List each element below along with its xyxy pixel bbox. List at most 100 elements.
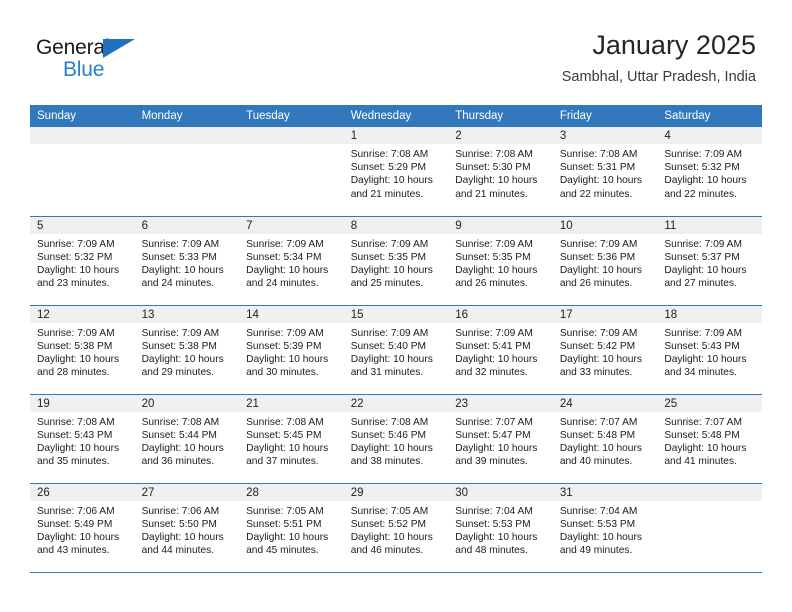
sunrise-text: Sunrise: 7:08 AM	[350, 149, 429, 160]
calendar-day-cell[interactable]: 31 Sunrise: 7:04 AM Sunset: 5:53 PM Dayligh…	[552, 483, 658, 573]
calendar-week-row: 12 Sunrise: 7:09 AM Sunset: 5:38 PM Dayligh…	[30, 305, 762, 395]
sunrise-text: Sunrise: 7:09 AM	[559, 327, 638, 339]
day-number: 29	[343, 483, 449, 501]
calendar-day-cell[interactable]: 20 Sunrise: 7:08 AM Sunset: 5:44 PM Dayligh…	[134, 394, 240, 484]
calendar-day-cell[interactable]: 12 Sunrise: 7:09 AM Sunset: 5:38 PM Dayligh…	[30, 305, 135, 395]
day-number: 13	[134, 305, 240, 323]
calendar-day-cell[interactable]: 2 Sunrise: 7:08 AM Sunset: 5:30 PM Daylight…	[448, 127, 553, 217]
daylight-text-line1: Daylight: 10 hours	[455, 264, 538, 276]
day-cell-content: 7 Sunrise: 7:09 AM Sunset: 5:34 PM Daylight…	[239, 216, 344, 305]
daylight-text-line1: Daylight: 10 hours	[455, 531, 538, 543]
day-number: 5	[30, 216, 135, 234]
sunrise-text: Sunrise: 7:09 AM	[141, 327, 220, 339]
sunrise-text: Sunrise: 7:08 AM	[141, 416, 220, 428]
day-number: 14	[239, 305, 344, 323]
calendar-day-cell[interactable]: 8 Sunrise: 7:09 AM Sunset: 5:35 PM Daylight…	[343, 216, 449, 306]
day-details: Sunrise: 7:09 AM Sunset: 5:40 PM Daylight:…	[344, 323, 449, 380]
calendar-day-cell[interactable]: 6 Sunrise: 7:09 AM Sunset: 5:33 PM Daylight…	[134, 216, 240, 306]
day-cell-content: 20 Sunrise: 7:08 AM Sunset: 5:44 PM Dayligh…	[134, 394, 240, 483]
calendar-day-cell[interactable]: 11 Sunrise: 7:09 AM Sunset: 5:37 PM Dayligh…	[657, 216, 762, 306]
sunset-text: Sunset: 5:33 PM	[141, 251, 217, 263]
calendar-day-cell[interactable]: 30 Sunrise: 7:04 AM Sunset: 5:53 PM Dayligh…	[448, 483, 553, 573]
day-number: 24	[552, 394, 658, 412]
general-blue-logo[interactable]: General Blue	[36, 36, 166, 88]
daylight-text-line2: and 45 minutes.	[246, 545, 319, 557]
day-number: 2	[448, 127, 553, 144]
day-cell-content	[657, 483, 762, 572]
calendar-day-cell[interactable]: 13 Sunrise: 7:09 AM Sunset: 5:38 PM Dayligh…	[134, 305, 240, 395]
calendar-day-cell[interactable]: 17 Sunrise: 7:09 AM Sunset: 5:42 PM Dayligh…	[552, 305, 658, 395]
calendar-day-cell[interactable]: 28 Sunrise: 7:05 AM Sunset: 5:51 PM Dayligh…	[239, 483, 344, 573]
day-cell-content: 2 Sunrise: 7:08 AM Sunset: 5:30 PM Daylight…	[448, 127, 553, 216]
daylight-text-line2: and 36 minutes.	[141, 456, 215, 468]
calendar-day-cell[interactable]: 16 Sunrise: 7:09 AM Sunset: 5:41 PM Dayligh…	[448, 305, 553, 395]
weekday-header-saturday: Saturday	[657, 105, 762, 127]
calendar-day-cell[interactable]: 5 Sunrise: 7:09 AM Sunset: 5:32 PM Daylight…	[30, 216, 135, 306]
calendar-day-cell[interactable]: 14 Sunrise: 7:09 AM Sunset: 5:39 PM Dayligh…	[239, 305, 344, 395]
calendar-day-cell[interactable]: 27 Sunrise: 7:06 AM Sunset: 5:50 PM Dayligh…	[134, 483, 240, 573]
day-number: 20	[134, 394, 240, 412]
calendar-day-cell[interactable]: 4 Sunrise: 7:09 AM Sunset: 5:32 PM Daylight…	[657, 127, 762, 217]
calendar-day-cell[interactable]: 15 Sunrise: 7:09 AM Sunset: 5:40 PM Dayligh…	[343, 305, 449, 395]
day-details: Sunrise: 7:09 AM Sunset: 5:42 PM Daylight:…	[553, 323, 658, 380]
day-number: 7	[239, 216, 344, 234]
day-cell-content: 14 Sunrise: 7:09 AM Sunset: 5:39 PM Dayligh…	[239, 305, 344, 394]
sunrise-text: Sunrise: 7:06 AM	[37, 505, 115, 517]
page-title: January 2025	[592, 30, 756, 60]
day-cell-content: 12 Sunrise: 7:09 AM Sunset: 5:38 PM Dayligh…	[30, 305, 135, 394]
sunset-text: Sunset: 5:31 PM	[559, 162, 636, 174]
sunset-text: Sunset: 5:46 PM	[350, 429, 427, 441]
calendar-day-cell[interactable]: 9 Sunrise: 7:09 AM Sunset: 5:35 PM Daylight…	[448, 216, 553, 306]
sunset-text: Sunset: 5:39 PM	[246, 340, 322, 352]
day-details: Sunrise: 7:08 AM Sunset: 5:44 PM Daylight:…	[135, 412, 240, 469]
day-cell-content: 6 Sunrise: 7:09 AM Sunset: 5:33 PM Daylight…	[134, 216, 240, 305]
calendar-day-cell[interactable]: 10 Sunrise: 7:09 AM Sunset: 5:36 PM Dayligh…	[552, 216, 658, 306]
calendar-page: General Blue January 2025 Sambhal, Uttar…	[0, 0, 792, 612]
calendar-day-cell[interactable]: 26 Sunrise: 7:06 AM Sunset: 5:49 PM Dayligh…	[30, 483, 135, 573]
sunset-text: Sunset: 5:37 PM	[664, 251, 740, 263]
day-cell-content: 16 Sunrise: 7:09 AM Sunset: 5:41 PM Dayligh…	[448, 305, 553, 394]
sunrise-text: Sunrise: 7:09 AM	[350, 327, 429, 339]
calendar-day-cell[interactable]: 7 Sunrise: 7:09 AM Sunset: 5:34 PM Daylight…	[239, 216, 344, 306]
sunrise-text: Sunrise: 7:08 AM	[246, 416, 324, 428]
calendar-day-cell[interactable]: 25 Sunrise: 7:07 AM Sunset: 5:48 PM Dayligh…	[657, 394, 762, 484]
day-cell-content: 3 Sunrise: 7:08 AM Sunset: 5:31 PM Daylight…	[552, 127, 658, 216]
day-details: Sunrise: 7:09 AM Sunset: 5:43 PM Daylight:…	[657, 323, 762, 380]
calendar-day-cell[interactable]: 3 Sunrise: 7:08 AM Sunset: 5:31 PM Daylight…	[552, 127, 658, 217]
sunrise-text: Sunrise: 7:09 AM	[664, 238, 742, 250]
calendar-day-cell[interactable]: 18 Sunrise: 7:09 AM Sunset: 5:43 PM Dayligh…	[657, 305, 762, 395]
daylight-text-line1: Daylight: 10 hours	[246, 264, 329, 276]
day-details: Sunrise: 7:06 AM Sunset: 5:49 PM Daylight:…	[30, 501, 135, 558]
daylight-text-line1: Daylight: 10 hours	[141, 531, 224, 543]
day-number: 10	[552, 216, 658, 234]
day-cell-content: 24 Sunrise: 7:07 AM Sunset: 5:48 PM Dayligh…	[552, 394, 658, 483]
day-cell-content: 9 Sunrise: 7:09 AM Sunset: 5:35 PM Daylight…	[448, 216, 553, 305]
weekday-header-monday: Monday	[134, 105, 240, 127]
calendar-day-cell[interactable]: 19 Sunrise: 7:08 AM Sunset: 5:43 PM Dayligh…	[30, 394, 135, 484]
calendar-day-cell[interactable]: 21 Sunrise: 7:08 AM Sunset: 5:45 PM Dayligh…	[239, 394, 344, 484]
day-cell-content: 27 Sunrise: 7:06 AM Sunset: 5:50 PM Dayligh…	[134, 483, 240, 572]
calendar-day-cell[interactable]: 24 Sunrise: 7:07 AM Sunset: 5:48 PM Dayligh…	[552, 394, 658, 484]
sunset-text: Sunset: 5:47 PM	[455, 429, 531, 441]
daylight-text-line1: Daylight: 10 hours	[664, 264, 747, 276]
day-number: 15	[343, 305, 449, 323]
sunset-text: Sunset: 5:50 PM	[141, 518, 217, 530]
day-number	[239, 127, 344, 144]
daylight-text-line2: and 27 minutes.	[664, 278, 737, 290]
logo-text-blue: Blue	[63, 58, 105, 81]
calendar-day-cell[interactable]: 22 Sunrise: 7:08 AM Sunset: 5:46 PM Dayligh…	[343, 394, 449, 484]
calendar-day-cell[interactable]: 29 Sunrise: 7:05 AM Sunset: 5:52 PM Dayligh…	[343, 483, 449, 573]
daylight-text-line1: Daylight: 10 hours	[350, 442, 433, 454]
daylight-text-line1: Daylight: 10 hours	[37, 531, 120, 543]
day-number: 4	[657, 127, 762, 144]
calendar-day-cell[interactable]: 23 Sunrise: 7:07 AM Sunset: 5:47 PM Dayligh…	[448, 394, 553, 484]
daylight-text-line2: and 38 minutes.	[350, 456, 424, 468]
daylight-text-line2: and 23 minutes.	[37, 278, 110, 290]
daylight-text-line2: and 40 minutes.	[559, 456, 633, 468]
sunset-text: Sunset: 5:35 PM	[350, 251, 427, 263]
daylight-text-line1: Daylight: 10 hours	[141, 442, 224, 454]
calendar-day-cell[interactable]: 1 Sunrise: 7:08 AM Sunset: 5:29 PM Daylight…	[343, 127, 449, 217]
day-details: Sunrise: 7:09 AM Sunset: 5:35 PM Daylight:…	[448, 234, 553, 291]
daylight-text-line2: and 43 minutes.	[37, 545, 110, 557]
sunset-text: Sunset: 5:35 PM	[455, 251, 531, 263]
